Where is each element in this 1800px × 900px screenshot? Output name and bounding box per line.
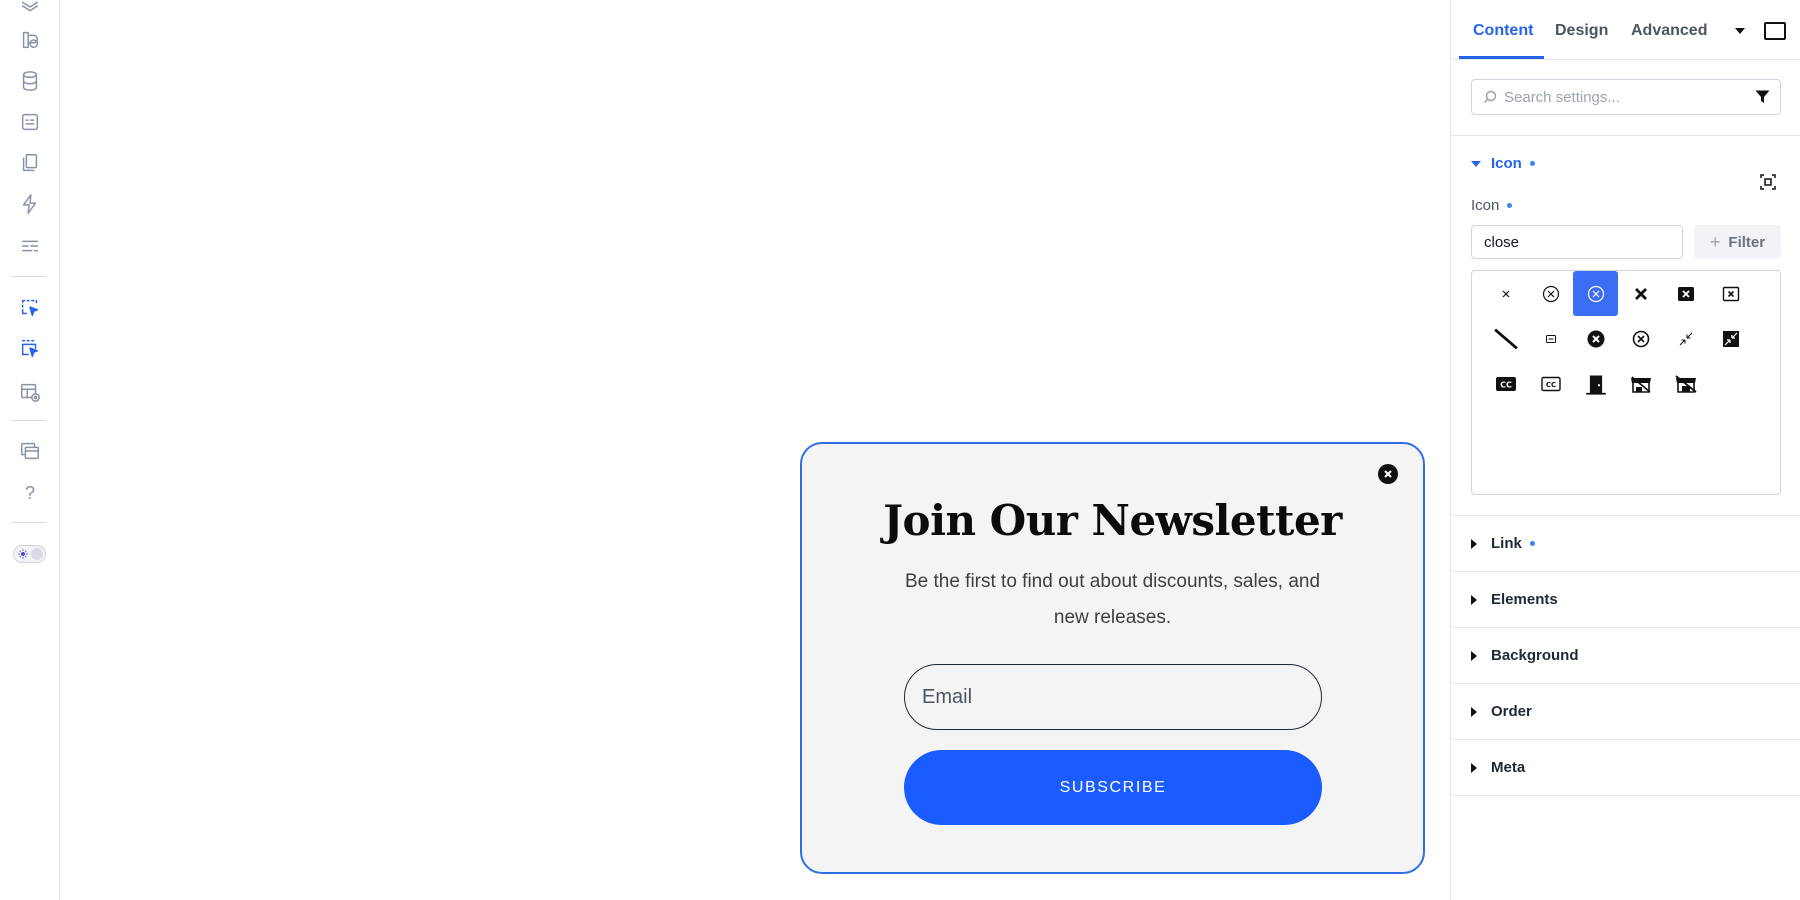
icon-grid: CC CC	[1471, 270, 1781, 495]
close-box-outline-icon[interactable]	[1708, 271, 1753, 316]
section-background-title: Background	[1491, 647, 1579, 664]
door-closed-icon[interactable]	[1573, 361, 1618, 406]
filter-button-label: Filter	[1728, 233, 1766, 251]
caret-right-icon	[1471, 538, 1477, 549]
close-circle-outline-alt-icon[interactable]	[1618, 316, 1663, 361]
closed-caption-filled-icon[interactable]: CC	[1483, 361, 1528, 406]
close-bold-icon[interactable]	[1618, 271, 1663, 316]
pages-icon[interactable]	[18, 151, 42, 175]
close-circle-selected-icon[interactable]	[1573, 271, 1618, 316]
focus-icon[interactable]	[1760, 174, 1776, 190]
store-closed-alt-icon[interactable]	[1663, 361, 1708, 406]
section-icon-title: Icon	[1491, 155, 1522, 172]
divider	[1451, 795, 1800, 796]
store-closed-icon[interactable]	[1618, 361, 1663, 406]
divider	[1451, 515, 1800, 516]
caret-right-icon	[1471, 594, 1477, 605]
email-field[interactable]	[904, 664, 1322, 730]
panel-tabs: Content Design Advanced	[1451, 0, 1800, 60]
collapse-box-icon[interactable]	[1708, 316, 1753, 361]
sun-icon	[18, 549, 28, 559]
tab-content[interactable]: Content	[1473, 22, 1533, 40]
modified-dot	[1529, 541, 1535, 546]
slash-icon[interactable]	[1483, 316, 1528, 361]
section-order-title: Order	[1491, 703, 1532, 720]
section-meta-title: Meta	[1491, 759, 1526, 776]
divider	[1451, 683, 1800, 684]
theme-toggle[interactable]	[13, 545, 46, 563]
windows-icon[interactable]	[18, 439, 42, 463]
search-icon	[1483, 90, 1497, 104]
email-input[interactable]	[922, 685, 1321, 709]
rail-divider	[12, 522, 46, 523]
tab-advanced[interactable]: Advanced	[1631, 22, 1707, 40]
subscribe-button[interactable]: SUBSCRIBE	[904, 750, 1322, 825]
caret-down-icon	[1471, 160, 1481, 167]
popup-trigger-icon[interactable]	[18, 296, 42, 320]
section-icon-header[interactable]: Icon	[1471, 155, 1535, 172]
close-circle-outline-icon[interactable]	[1528, 271, 1573, 316]
caret-right-icon	[1471, 706, 1477, 717]
section-meta-header[interactable]: Meta	[1471, 759, 1525, 776]
svg-text:CC: CC	[1545, 381, 1555, 389]
close-box-filled-icon[interactable]	[1663, 271, 1708, 316]
section-link-title: Link	[1491, 535, 1522, 552]
caret-right-icon	[1471, 762, 1477, 773]
divider	[1451, 135, 1800, 136]
sections-icon[interactable]	[18, 234, 42, 258]
close-icon[interactable]	[1483, 271, 1528, 316]
minus-box-icon[interactable]	[1528, 316, 1573, 361]
toggle-knob	[31, 548, 43, 560]
icon-field-label: Icon	[1471, 197, 1513, 214]
close-circle-filled-icon[interactable]	[1573, 316, 1618, 361]
popup-subtitle: Be the first to find out about discounts…	[904, 571, 1321, 628]
chevron-down-icon[interactable]	[1735, 28, 1745, 34]
divider	[1451, 571, 1800, 572]
form-icon[interactable]	[18, 110, 42, 134]
canvas: Join Our Newsletter Be the first to find…	[60, 0, 1450, 900]
newsletter-popup[interactable]: Join Our Newsletter Be the first to find…	[800, 442, 1425, 874]
filter-funnel-icon[interactable]	[1755, 90, 1770, 104]
svg-text:CC: CC	[1500, 380, 1512, 389]
left-rail: ?	[0, 0, 60, 900]
modified-dot	[1507, 203, 1513, 208]
divider	[1451, 627, 1800, 628]
tab-design[interactable]: Design	[1555, 22, 1608, 40]
icon-field-label-text: Icon	[1471, 197, 1500, 214]
section-elements-title: Elements	[1491, 591, 1558, 608]
panel-toggle-icon[interactable]	[1764, 22, 1786, 40]
app: ? Join Our Newsletter Be the first to fi…	[0, 0, 1800, 900]
section-link-header[interactable]: Link	[1471, 535, 1535, 552]
icon-search-field[interactable]: close	[1471, 225, 1683, 259]
close-icon[interactable]	[1378, 464, 1398, 484]
help-label: ?	[24, 482, 35, 503]
caret-right-icon	[1471, 650, 1477, 661]
settings-panel: Content Design Advanced Icon Icon close …	[1450, 0, 1800, 900]
layers-icon[interactable]	[18, 0, 42, 18]
collapse-icon[interactable]	[1663, 316, 1708, 361]
filter-button[interactable]: + Filter	[1694, 225, 1781, 259]
popup-list-icon[interactable]	[18, 337, 42, 361]
modified-dot	[1529, 161, 1535, 166]
section-background-header[interactable]: Background	[1471, 647, 1579, 664]
templates-icon[interactable]	[18, 380, 42, 404]
divider	[1451, 739, 1800, 740]
active-tab-indicator	[1459, 56, 1544, 59]
section-order-header[interactable]: Order	[1471, 703, 1532, 720]
search-input[interactable]	[1504, 88, 1744, 106]
bolt-icon[interactable]	[18, 192, 42, 216]
help-icon[interactable]: ?	[18, 481, 42, 505]
rail-divider	[12, 276, 46, 277]
database-icon[interactable]	[18, 69, 42, 93]
closed-caption-outline-icon[interactable]: CC	[1528, 361, 1573, 406]
section-elements-header[interactable]: Elements	[1471, 591, 1558, 608]
settings-search[interactable]	[1471, 79, 1781, 115]
popup-title: Join Our Newsletter	[883, 496, 1342, 545]
plus-icon: +	[1709, 231, 1721, 252]
rail-divider	[12, 420, 46, 421]
shapes-icon[interactable]	[18, 28, 42, 52]
